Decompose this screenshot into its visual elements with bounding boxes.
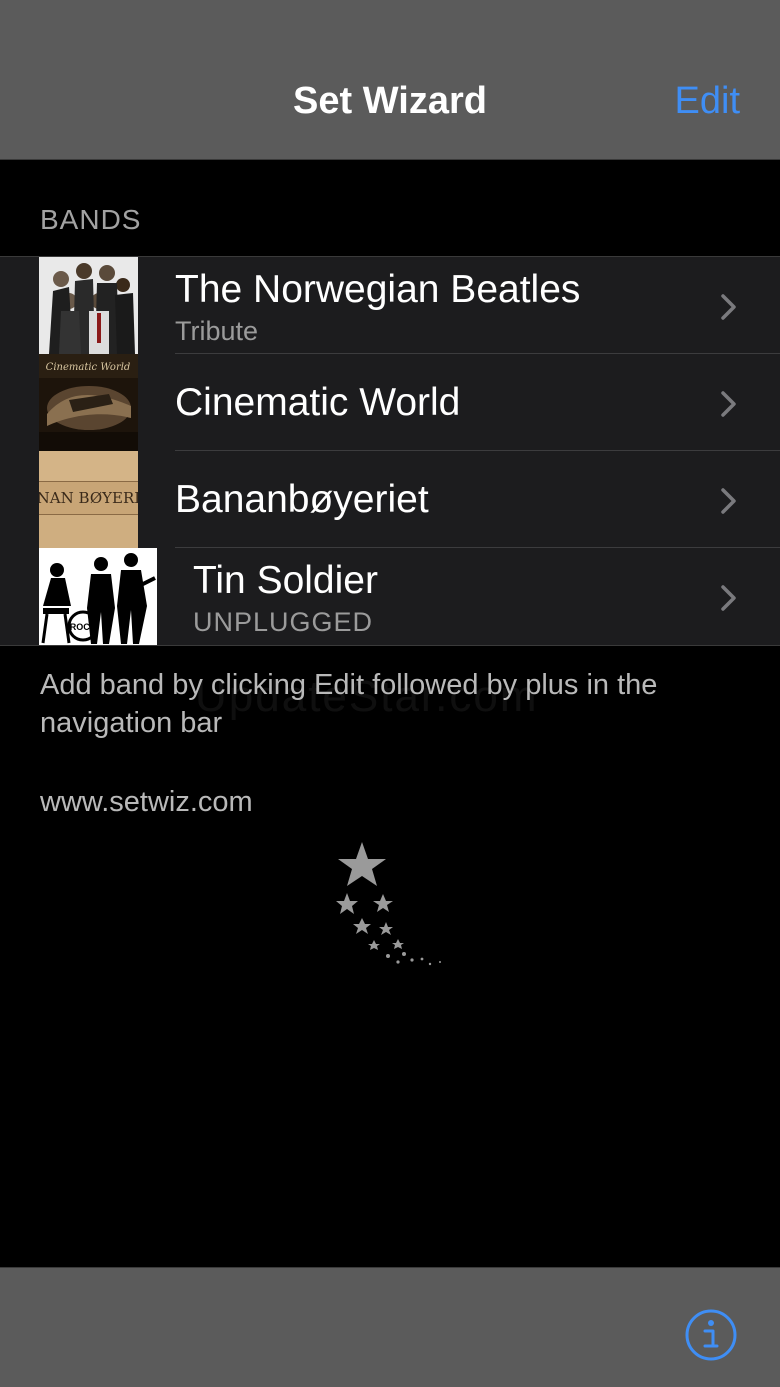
band-list: The Norwegian Beatles Tribute Cinematic … — [0, 256, 780, 646]
add-band-hint: Add band by clicking Edit followed by pl… — [40, 669, 658, 739]
band-name: Cinematic World — [175, 381, 461, 424]
navigation-bar: Set Wizard Edit — [0, 0, 780, 160]
shooting-stars-icon — [336, 842, 441, 966]
band-subtitle: Tribute — [175, 316, 259, 346]
website-link[interactable]: www.setwiz.com — [40, 783, 740, 821]
wooden-crate-logo-icon: BANAN BØYERIET — [39, 451, 138, 548]
band-silhouette-icon: ROCK — [39, 548, 157, 645]
band-row-cinematic-world[interactable]: Cinematic World Cinematic World — [0, 354, 780, 451]
band-name: Tin Soldier — [193, 559, 378, 602]
band-photo-icon — [39, 257, 138, 354]
section-header-bands: BANDS — [40, 204, 142, 235]
band-name: Bananbøyeriet — [175, 478, 429, 521]
band-row-norwegian-beatles[interactable]: The Norwegian Beatles Tribute — [0, 257, 780, 354]
band-row-bananboyeriet[interactable]: BANAN BØYERIET Bananbøyeriet — [0, 451, 780, 548]
cinematic-world-cover-icon: Cinematic World — [39, 354, 138, 451]
page-title: Set Wizard — [293, 80, 487, 122]
crate-text: BANAN BØYERIET — [39, 489, 138, 507]
chevron-right-icon — [721, 391, 736, 417]
info-icon[interactable] — [684, 1308, 738, 1362]
cover-text: Cinematic World — [46, 362, 131, 373]
bottom-toolbar — [0, 1267, 780, 1387]
edit-button[interactable]: Edit — [675, 80, 740, 123]
band-row-tin-soldier[interactable]: ROCK Tin Soldier UNPLUGGED — [0, 548, 780, 645]
band-subtitle: UNPLUGGED — [193, 607, 374, 637]
chevron-right-icon — [721, 585, 736, 611]
chevron-right-icon — [721, 488, 736, 514]
app-screen: Set Wizard Edit BANDS The Norwegian Beat… — [0, 0, 780, 1387]
band-name: The Norwegian Beatles — [175, 268, 581, 311]
chevron-right-icon — [721, 294, 736, 320]
